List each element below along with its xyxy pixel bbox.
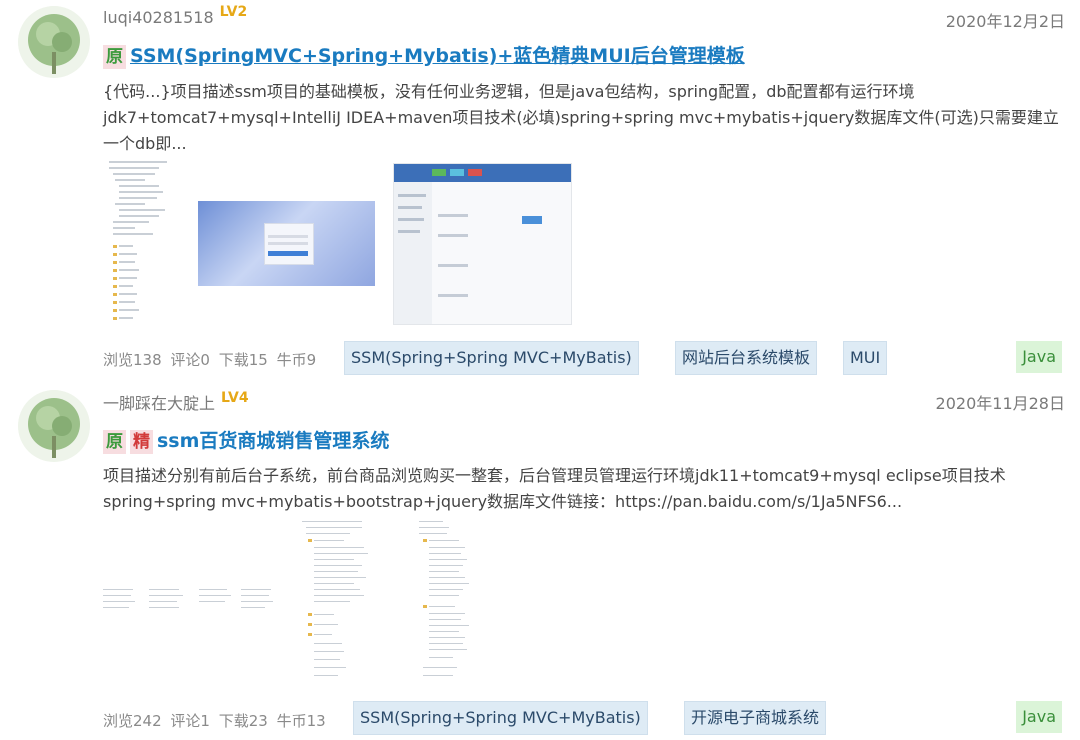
post-stats: 浏览138 评论0 下载15 牛币9 — [103, 349, 320, 370]
language-tag-java[interactable]: Java — [1016, 341, 1062, 373]
language-tag-java[interactable]: Java — [1016, 701, 1062, 733]
tag-ssm[interactable]: SSM(Spring+Spring MVC+MyBatis) — [344, 341, 639, 375]
project-tree-screenshot[interactable] — [300, 517, 382, 689]
package-tree-screenshot[interactable] — [417, 517, 479, 689]
post-title-text[interactable]: ssm百货商城销售管理系统 — [157, 430, 389, 452]
user-avatar[interactable] — [18, 6, 90, 78]
username[interactable]: luqi40281518 LV2 — [103, 4, 247, 27]
login-page-screenshot[interactable] — [198, 201, 375, 286]
post-stats: 浏览242 评论1 下载23 牛币13 — [103, 710, 330, 731]
post-2: 一脚踩在大腚上 LV4 2020年11月28日 原精 ssm百货商城销售管理系统 项… — [0, 380, 1080, 740]
coins-count: 牛币13 — [276, 712, 326, 730]
original-badge: 原 — [103, 45, 126, 69]
tag-mui[interactable]: MUI — [843, 341, 888, 375]
post-title-link[interactable]: 原精 ssm百货商城销售管理系统 — [103, 426, 389, 454]
username-text[interactable]: 一脚踩在大腚上 — [103, 394, 215, 413]
tag-open-source-mall[interactable]: 开源电子商城系统 — [684, 701, 827, 735]
directory-listing-screenshot[interactable] — [103, 585, 275, 621]
featured-badge: 精 — [130, 430, 153, 454]
downloads-count: 下载23 — [218, 712, 268, 730]
post-description: 项目描述分别有前后台子系统，前台商品浏览购买一整套，后台管理员管理运行环境jdk… — [103, 466, 1006, 511]
username-text[interactable]: luqi40281518 — [103, 8, 214, 27]
tag-ssm[interactable]: SSM(Spring+Spring MVC+MyBatis) — [353, 701, 648, 735]
post-date: 2020年11月28日 — [935, 394, 1065, 413]
original-badge: 原 — [103, 430, 126, 454]
views-count: 浏览242 — [103, 712, 162, 730]
post-1: luqi40281518 LV2 2020年12月2日 原 SSM(SpringMV… — [0, 0, 1080, 380]
file-tree-screenshot[interactable] — [105, 157, 177, 327]
post-date: 2020年12月2日 — [945, 12, 1065, 31]
post-title-text[interactable]: SSM(SpringMVC+Spring+Mybatis)+蓝色精典MUI后台管… — [130, 45, 745, 67]
admin-panel-screenshot[interactable] — [393, 163, 572, 325]
user-avatar[interactable] — [18, 390, 90, 462]
views-count: 浏览138 — [103, 351, 162, 369]
username[interactable]: 一脚踩在大腚上 LV4 — [103, 390, 249, 414]
coins-count: 牛币9 — [276, 351, 317, 369]
tag-backend-template[interactable]: 网站后台系统模板 — [675, 341, 818, 375]
downloads-count: 下载15 — [218, 351, 268, 369]
post-description: {代码...}项目描述ssm项目的基础模板，没有任何业务逻辑，但是java包结构… — [103, 82, 1059, 153]
user-level-badge: LV2 — [219, 4, 248, 20]
post-title-link[interactable]: 原 SSM(SpringMVC+Spring+Mybatis)+蓝色精典MUI后台… — [103, 41, 745, 69]
comments-count: 评论1 — [170, 712, 210, 730]
comments-count: 评论0 — [170, 351, 210, 369]
user-level-badge: LV4 — [221, 390, 249, 406]
